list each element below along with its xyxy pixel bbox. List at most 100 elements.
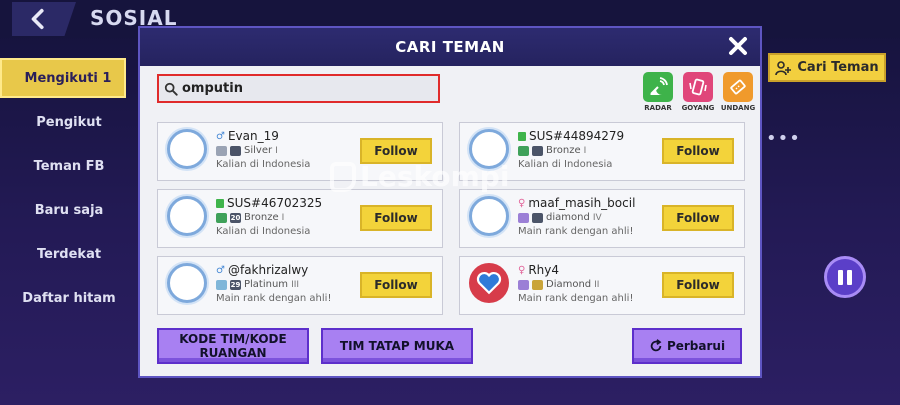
rank-tier: IV xyxy=(592,212,602,223)
search-icon xyxy=(164,82,178,96)
rank-name: Platinum xyxy=(244,279,289,290)
emblem-icon xyxy=(216,145,227,156)
level-badge xyxy=(230,145,241,156)
invite-label: UNDANG xyxy=(720,104,756,112)
avatar[interactable] xyxy=(167,196,207,236)
shake-button[interactable]: GOYANG xyxy=(680,72,716,112)
player-name: maaf_masih_bocil xyxy=(528,196,636,210)
emblem-icon xyxy=(518,279,529,290)
find-friend-button[interactable]: Cari Teman xyxy=(768,53,886,82)
invite-button[interactable]: UNDANG xyxy=(720,72,756,112)
emblem-icon xyxy=(518,145,529,156)
rank-row: Diamond II xyxy=(518,279,599,290)
pause-icon-bar-left xyxy=(838,269,843,285)
sidebar: Mengikuti 1 Pengikut Teman FB Baru saja … xyxy=(0,58,128,322)
pause-button[interactable] xyxy=(824,256,866,298)
green-tag-icon xyxy=(216,198,224,208)
avatar[interactable] xyxy=(469,196,509,236)
follow-button[interactable]: Follow xyxy=(662,138,734,164)
player-name: Evan_19 xyxy=(227,129,279,143)
rank-row: Bronze I xyxy=(518,145,586,156)
name-row: SUS#44894279 xyxy=(518,129,624,143)
level-badge xyxy=(532,145,543,156)
name-row: SUS#46702325 xyxy=(216,196,322,210)
heart-icon xyxy=(476,271,502,295)
follow-button[interactable]: Follow xyxy=(360,138,432,164)
face-to-face-button[interactable]: TIM TATAP MUKA xyxy=(321,328,473,364)
emblem-icon xyxy=(216,279,227,290)
result-card[interactable]: ♂ Evan_19 Silver I Kalian di Indonesia F… xyxy=(157,122,443,181)
more-options-icon[interactable]: ••• xyxy=(766,128,801,149)
rank-name: Bronze xyxy=(244,212,279,223)
sidebar-item-recent[interactable]: Baru saja xyxy=(0,190,128,230)
close-icon xyxy=(729,37,747,55)
sidebar-item-blacklist[interactable]: Daftar hitam xyxy=(0,278,128,318)
refresh-icon xyxy=(650,339,662,352)
rank-name: Bronze xyxy=(546,145,581,156)
avatar[interactable] xyxy=(469,263,509,303)
result-card[interactable]: SUS#46702325 20 Bronze I Kalian di Indon… xyxy=(157,189,443,248)
refresh-label: Perbarui xyxy=(666,339,726,353)
result-card[interactable]: ♀ Rhy4 Diamond II Main rank dengan ahli!… xyxy=(459,256,745,315)
rank-row: 29 Platinum III xyxy=(216,279,299,290)
back-arrow-icon xyxy=(31,8,44,30)
add-user-icon xyxy=(775,60,792,75)
refresh-button[interactable]: Perbarui xyxy=(632,328,742,364)
sidebar-item-following[interactable]: Mengikuti 1 xyxy=(0,58,126,98)
male-icon: ♂ xyxy=(216,264,225,276)
player-name: Rhy4 xyxy=(528,263,560,277)
rank-row: Silver I xyxy=(216,145,278,156)
sidebar-item-fb-friends[interactable]: Teman FB xyxy=(0,146,128,186)
player-status: Kalian di Indonesia xyxy=(216,226,311,237)
rank-tier: I xyxy=(281,212,285,223)
shake-label: GOYANG xyxy=(681,104,715,112)
dialog-header: CARI TEMAN xyxy=(140,28,760,66)
radar-label: RADAR xyxy=(644,104,672,112)
follow-button[interactable]: Follow xyxy=(662,205,734,231)
dialog-title: CARI TEMAN xyxy=(395,38,505,56)
rank-name: Silver xyxy=(244,145,273,156)
shake-phone-icon xyxy=(683,72,713,102)
rank-name: Diamond xyxy=(546,279,592,290)
follow-button[interactable]: Follow xyxy=(662,272,734,298)
player-status: Kalian di Indonesia xyxy=(518,159,613,170)
player-name: @fakhrizalwy xyxy=(227,263,309,277)
level-badge: 29 xyxy=(230,279,241,290)
name-row: ♀ maaf_masih_bocil xyxy=(518,196,635,210)
radar-button[interactable]: RADAR xyxy=(640,72,676,112)
back-button[interactable] xyxy=(12,2,76,36)
rank-tier: III xyxy=(291,279,300,290)
female-icon: ♀ xyxy=(518,264,526,276)
player-status: Main rank dengan ahli! xyxy=(518,293,634,304)
result-card[interactable]: ♂ @fakhrizalwy 29 Platinum III Main rank… xyxy=(157,256,443,315)
rank-tier: II xyxy=(594,279,600,290)
pause-icon-bar-right xyxy=(847,269,852,285)
follow-button[interactable]: Follow xyxy=(360,272,432,298)
rank-name: diamond xyxy=(546,212,590,223)
find-friend-label: Cari Teman xyxy=(797,60,879,75)
find-tools: RADAR GOYANG UNDANG xyxy=(640,72,756,112)
name-row: ♂ @fakhrizalwy xyxy=(216,263,308,277)
player-status: Main rank dengan ahli! xyxy=(518,226,634,237)
result-card[interactable]: SUS#44894279 Bronze I Kalian di Indonesi… xyxy=(459,122,745,181)
result-card[interactable]: ♀ maaf_masih_bocil diamond IV Main rank … xyxy=(459,189,745,248)
emblem-icon xyxy=(216,212,227,223)
search-input[interactable] xyxy=(182,81,432,96)
name-row: ♂ Evan_19 xyxy=(216,129,279,143)
avatar[interactable] xyxy=(167,129,207,169)
emblem-icon xyxy=(518,212,529,223)
male-icon: ♂ xyxy=(216,130,225,142)
search-field[interactable] xyxy=(157,74,440,103)
close-button[interactable] xyxy=(726,34,750,58)
rank-row: 20 Bronze I xyxy=(216,212,284,223)
find-friend-dialog: CARI TEMAN RADAR GOYANG UNDANG xyxy=(138,26,762,378)
player-status: Main rank dengan ahli! xyxy=(216,293,332,304)
follow-button[interactable]: Follow xyxy=(360,205,432,231)
sidebar-item-followers[interactable]: Pengikut xyxy=(0,102,128,142)
sidebar-item-nearby[interactable]: Terdekat xyxy=(0,234,128,274)
rank-tier: I xyxy=(275,145,278,156)
team-code-button[interactable]: KODE TIM/KODE RUANGAN xyxy=(157,328,309,364)
avatar[interactable] xyxy=(167,263,207,303)
avatar[interactable] xyxy=(469,129,509,169)
rank-tier: I xyxy=(583,145,587,156)
